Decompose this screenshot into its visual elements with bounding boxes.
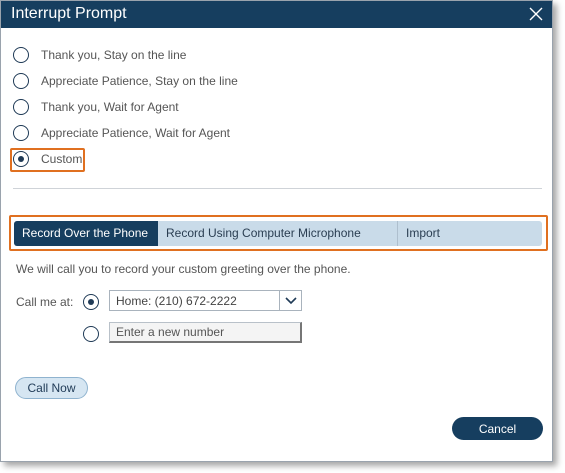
tab-record-computer-microphone[interactable]: Record Using Computer Microphone — [158, 221, 398, 246]
radio-button[interactable] — [13, 73, 29, 89]
chevron-down-icon[interactable] — [279, 291, 301, 310]
close-icon[interactable] — [528, 6, 544, 22]
call-now-button[interactable]: Call Now — [15, 377, 88, 399]
prompt-option-label: Appreciate Patience, Wait for Agent — [41, 126, 230, 140]
phone-number-select[interactable]: Home: (210) 672-2222 — [109, 290, 302, 311]
interrupt-prompt-dialog: Interrupt Prompt Thank you, Stay on the … — [0, 0, 553, 462]
radio-button[interactable] — [13, 125, 29, 141]
custom-option-highlight — [10, 148, 85, 172]
prompt-option-label: Thank you, Stay on the line — [41, 48, 187, 62]
existing-number-radio[interactable] — [83, 294, 99, 310]
prompt-option-label: Thank you, Wait for Agent — [41, 100, 179, 114]
radio-button[interactable] — [13, 99, 29, 115]
phone-recording-description: We will call you to record your custom g… — [16, 262, 351, 276]
new-number-input[interactable] — [109, 322, 302, 343]
selected-phone-number: Home: (210) 672-2222 — [116, 294, 237, 308]
prompt-option-appreciate-wait[interactable]: Appreciate Patience, Wait for Agent — [13, 123, 230, 143]
tab-import[interactable]: Import — [398, 221, 542, 246]
dialog-title: Interrupt Prompt — [11, 5, 127, 22]
recording-method-tabs: Record Over the Phone Record Using Compu… — [14, 221, 542, 246]
new-number-radio[interactable] — [83, 326, 99, 342]
radio-button[interactable] — [13, 47, 29, 63]
prompt-option-appreciate-stay[interactable]: Appreciate Patience, Stay on the line — [13, 71, 238, 91]
prompt-option-thank-you-wait[interactable]: Thank you, Wait for Agent — [13, 97, 179, 117]
section-divider — [13, 188, 542, 189]
tab-record-over-phone[interactable]: Record Over the Phone — [14, 221, 158, 246]
call-me-label: Call me at: — [16, 295, 74, 309]
cancel-button[interactable]: Cancel — [452, 417, 543, 440]
prompt-option-thank-you-stay[interactable]: Thank you, Stay on the line — [13, 45, 186, 65]
prompt-option-label: Appreciate Patience, Stay on the line — [41, 74, 238, 88]
dialog-titlebar: Interrupt Prompt — [1, 1, 552, 28]
